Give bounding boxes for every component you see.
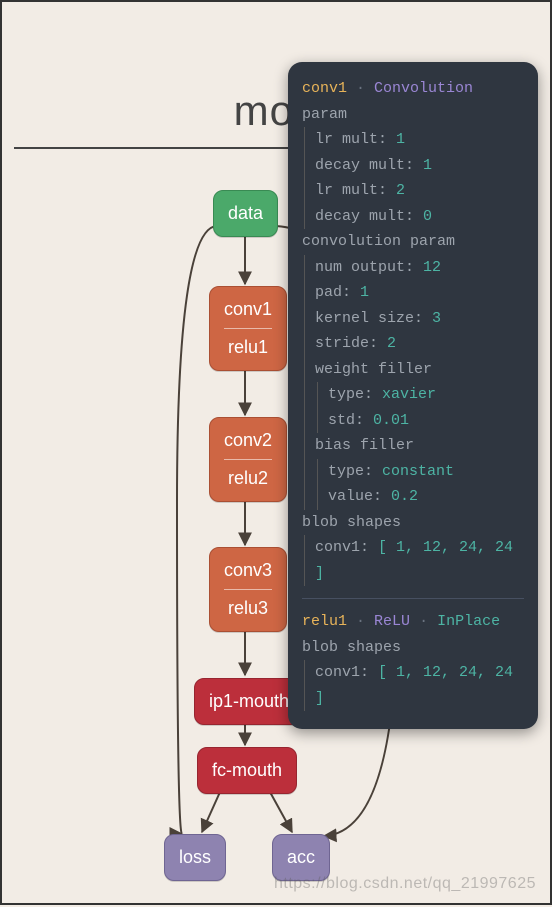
section-blobshapes: blob shapes bbox=[302, 635, 524, 661]
node-label: acc bbox=[287, 847, 315, 867]
param-val: 0.2 bbox=[391, 488, 418, 505]
node-label: conv3 bbox=[224, 560, 272, 581]
node-divider bbox=[224, 328, 272, 329]
param-val: 3 bbox=[432, 310, 441, 327]
param-val: 12 bbox=[423, 259, 441, 276]
param-key: stride bbox=[315, 335, 369, 352]
tooltip-layer-name: relu1 bbox=[302, 613, 347, 630]
param-key: value bbox=[328, 488, 373, 505]
section-weightfiller: weight filler bbox=[315, 357, 524, 383]
tooltip-header: relu1 · ReLU · InPlace bbox=[302, 609, 524, 635]
tooltip-inplace: InPlace bbox=[437, 613, 500, 630]
param-val: 0.01 bbox=[373, 412, 409, 429]
node-label: relu1 bbox=[224, 337, 272, 358]
param-val: 1 bbox=[396, 131, 405, 148]
param-key: decay mult bbox=[315, 208, 405, 225]
param-key: std bbox=[328, 412, 355, 429]
node-loss[interactable]: loss bbox=[164, 834, 226, 881]
separator-dot: · bbox=[356, 613, 374, 630]
watermark: https://blog.csdn.net/qq_21997625 bbox=[274, 875, 536, 893]
node-data[interactable]: data bbox=[213, 190, 278, 237]
param-val: 2 bbox=[387, 335, 396, 352]
section-param: param bbox=[302, 102, 524, 128]
node-divider bbox=[224, 589, 272, 590]
param-key: type bbox=[328, 463, 364, 480]
node-label: relu2 bbox=[224, 468, 272, 489]
section-convparam: convolution param bbox=[302, 229, 524, 255]
tooltip-divider bbox=[302, 598, 524, 599]
param-key: lr mult bbox=[315, 131, 378, 148]
node-label: data bbox=[228, 203, 263, 223]
param-val: 1 bbox=[360, 284, 369, 301]
node-conv3[interactable]: conv3 relu3 bbox=[209, 547, 287, 632]
node-label: conv1 bbox=[224, 299, 272, 320]
param-key: pad bbox=[315, 284, 342, 301]
param-val: constant bbox=[382, 463, 454, 480]
node-label: fc-mouth bbox=[212, 760, 282, 780]
node-label: ip1-mouth bbox=[209, 691, 289, 711]
node-fc[interactable]: fc-mouth bbox=[197, 747, 297, 794]
param-key: conv1 bbox=[315, 539, 360, 556]
param-val: 2 bbox=[396, 182, 405, 199]
node-conv2[interactable]: conv2 relu2 bbox=[209, 417, 287, 502]
convparam-list: num output: 12 pad: 1 kernel size: 3 str… bbox=[304, 255, 524, 510]
biasfiller-list: type: constant value: 0.2 bbox=[317, 459, 524, 510]
param-key: decay mult bbox=[315, 157, 405, 174]
separator-dot: · bbox=[419, 613, 437, 630]
tooltip-layer-type: ReLU bbox=[374, 613, 410, 630]
tooltip-header: conv1 · Convolution bbox=[302, 76, 524, 102]
node-label: loss bbox=[179, 847, 211, 867]
separator-dot: · bbox=[356, 80, 374, 97]
blob-list: conv1: [ 1, 12, 24, 24 ] bbox=[304, 660, 524, 711]
node-label: relu3 bbox=[224, 598, 272, 619]
section-biasfiller: bias filler bbox=[315, 433, 524, 459]
node-conv1[interactable]: conv1 relu1 bbox=[209, 286, 287, 371]
section-blobshapes: blob shapes bbox=[302, 510, 524, 536]
param-list: lr mult: 1 decay mult: 1 lr mult: 2 deca… bbox=[304, 127, 524, 229]
param-key: kernel size bbox=[315, 310, 414, 327]
param-key: type bbox=[328, 386, 364, 403]
param-val: 1 bbox=[423, 157, 432, 174]
node-label: conv2 bbox=[224, 430, 272, 451]
tooltip-layer-type: Convolution bbox=[374, 80, 473, 97]
param-val: 0 bbox=[423, 208, 432, 225]
param-key: lr mult bbox=[315, 182, 378, 199]
blob-list: conv1: [ 1, 12, 24, 24 ] bbox=[304, 535, 524, 586]
layer-tooltip: conv1 · Convolution param lr mult: 1 dec… bbox=[288, 62, 538, 729]
node-divider bbox=[224, 459, 272, 460]
tooltip-layer-name: conv1 bbox=[302, 80, 347, 97]
param-key: num output bbox=[315, 259, 405, 276]
weightfiller-list: type: xavier std: 0.01 bbox=[317, 382, 524, 433]
param-val: xavier bbox=[382, 386, 436, 403]
param-key: conv1 bbox=[315, 664, 360, 681]
node-acc[interactable]: acc bbox=[272, 834, 330, 881]
